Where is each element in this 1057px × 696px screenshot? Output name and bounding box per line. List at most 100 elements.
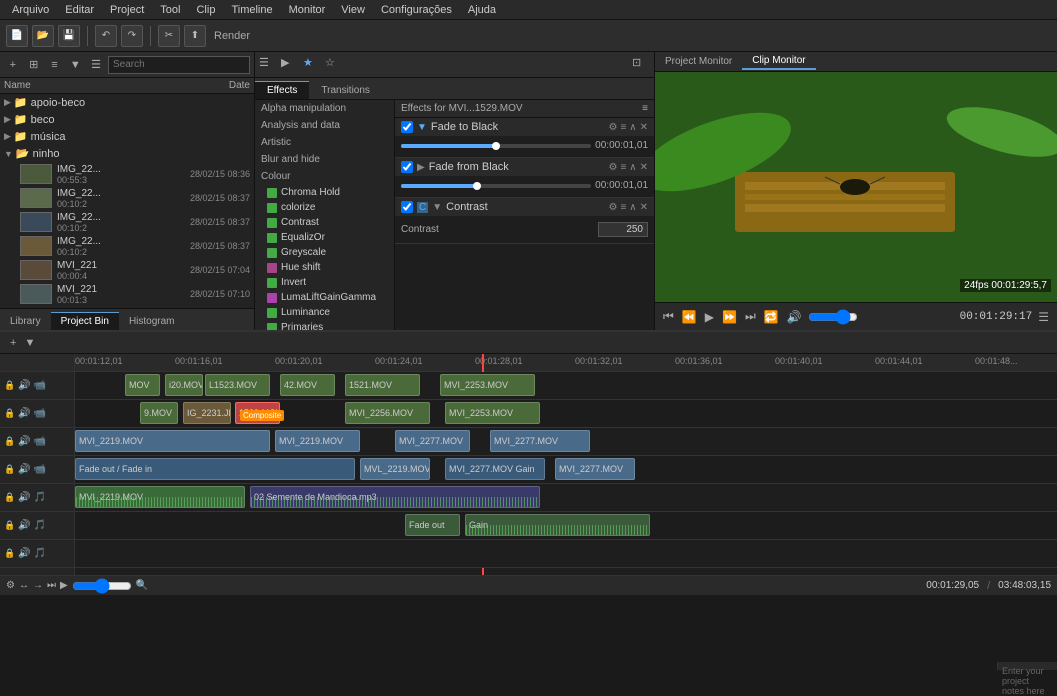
lock-icon[interactable]: 🔒 [4, 464, 15, 475]
fx-slider-handle[interactable] [473, 182, 481, 190]
menu-tool[interactable]: Tool [152, 2, 188, 18]
fx-expand-arrow[interactable]: ▼ [432, 202, 442, 213]
fx-param-value[interactable]: 250 [598, 222, 648, 237]
mute-icon[interactable]: 🔊 [18, 492, 30, 503]
fx-settings-icon[interactable]: ⚙ [608, 122, 617, 133]
clip-block[interactable]: MOV [125, 374, 160, 396]
fx-contrast-header[interactable]: C ▼ Contrast ⚙ ≡ ∧ ✕ [395, 198, 654, 216]
tab-project-bin[interactable]: Project Bin [51, 312, 119, 330]
tab-library[interactable]: Library [0, 312, 51, 330]
clip-item[interactable]: MVI_221 00:01:3 28/02/15 07:10 [0, 282, 254, 306]
fx-expand-icon[interactable]: ∧ [629, 162, 636, 173]
undo-button[interactable]: ↶ [95, 25, 117, 47]
clip-item[interactable]: IMG_22... 00:10:2 28/02/15 08:37 [0, 210, 254, 234]
lock-icon[interactable]: 🔒 [4, 492, 15, 503]
tab-histogram[interactable]: Histogram [119, 312, 185, 330]
category-alpha[interactable]: Alpha manipulation [255, 100, 394, 117]
video-icon[interactable]: 📹 [34, 464, 46, 475]
new-button[interactable]: 📄 [6, 25, 28, 47]
clip-item[interactable]: MVI_221 00:00:4 28/02/15 07:04 [0, 258, 254, 282]
menu-arquivo[interactable]: Arquivo [4, 2, 57, 18]
export-button[interactable]: ⬆ [184, 25, 206, 47]
video-icon[interactable]: 📹 [34, 436, 46, 447]
clip-block[interactable]: MVI_2219.MOV [275, 430, 360, 452]
audio-icon[interactable]: 🎵 [34, 548, 46, 559]
fx-expand-arrow[interactable]: ▶ [417, 162, 425, 173]
folder-apoio-beco[interactable]: ▶ 📁 apoio-beco [0, 94, 254, 111]
clip-block[interactable]: L1523.MOV [205, 374, 270, 396]
fx-settings-icon[interactable]: ⚙ [608, 162, 617, 173]
tl-footer-btn-5[interactable]: ▶ [60, 580, 68, 591]
effect-equalizor[interactable]: EqualizOr [255, 230, 394, 245]
effects-star-btn[interactable]: ★ [303, 56, 321, 74]
clip-block[interactable]: i20.MOV [165, 374, 203, 396]
clip-block[interactable]: Fade out [405, 514, 460, 536]
fx-slider[interactable] [401, 144, 591, 148]
fx-fade-from-black-header[interactable]: ▶ Fade from Black ⚙ ≡ ∧ ✕ [395, 158, 654, 176]
open-button[interactable]: 📂 [32, 25, 54, 47]
tl-footer-btn-3[interactable]: → [33, 580, 43, 591]
clip-block[interactable]: MVI_2219.MOV [75, 486, 245, 508]
mute-icon[interactable]: 🔊 [18, 520, 30, 531]
video-icon[interactable]: 📹 [34, 380, 46, 391]
fx-menu-icon[interactable]: ≡ [620, 202, 626, 213]
fx-menu-icon[interactable]: ≡ [620, 162, 626, 173]
fx-close-icon[interactable]: ✕ [640, 122, 648, 133]
lock-icon[interactable]: 🔒 [4, 548, 15, 559]
fx-slider[interactable] [401, 184, 591, 188]
menu-ajuda[interactable]: Ajuda [460, 2, 504, 18]
mute-icon[interactable]: 🔊 [18, 464, 30, 475]
save-button[interactable]: 💾 [58, 25, 80, 47]
fx-enable-checkbox[interactable] [401, 161, 413, 173]
audio-icon[interactable]: 🎵 [34, 492, 46, 503]
tl-footer-btn-1[interactable]: ⚙ [6, 580, 15, 591]
fx-enable-checkbox[interactable] [401, 121, 413, 133]
clip-block[interactable]: IG_2231.JPG [183, 402, 231, 424]
search-input[interactable] [108, 56, 250, 74]
effect-primaries[interactable]: Primaries [255, 320, 394, 330]
category-blur[interactable]: Blur and hide [255, 151, 394, 168]
menu-view[interactable]: View [333, 2, 373, 18]
effect-chroma-hold[interactable]: Chroma Hold [255, 185, 394, 200]
clip-list-button[interactable]: ☰ [87, 56, 105, 74]
menu-timeline[interactable]: Timeline [223, 2, 280, 18]
clip-item[interactable]: IMG_22... 00:10:2 28/02/15 08:37 [0, 234, 254, 258]
add-clip-button[interactable]: + [4, 56, 22, 74]
prev-to-start[interactable]: ⏮ [661, 307, 676, 326]
clip-block[interactable]: MVI_2277.MOV Gain [445, 458, 545, 480]
effect-hue-shift[interactable]: Hue shift [255, 260, 394, 275]
tab-clip-monitor[interactable]: Clip Monitor [742, 53, 815, 70]
redo-button[interactable]: ↷ [121, 25, 143, 47]
fx-enable-checkbox[interactable] [401, 201, 413, 213]
mute-icon[interactable]: 🔊 [18, 380, 30, 391]
clip-block[interactable]: MVI_2277.MOV [395, 430, 470, 452]
fx-menu-icon[interactable]: ≡ [620, 122, 626, 133]
clip-menu-button[interactable]: ≡ [46, 56, 64, 74]
lock-icon[interactable]: 🔒 [4, 436, 15, 447]
fx-expand-icon[interactable]: ∧ [629, 202, 636, 213]
tab-transitions[interactable]: Transitions [309, 82, 382, 99]
clip-block[interactable]: MVI_2219.MOV [75, 430, 270, 452]
clip-block[interactable]: MVI_2253.MOV [445, 402, 540, 424]
tab-project-monitor[interactable]: Project Monitor [655, 54, 742, 69]
menu-project[interactable]: Project [102, 2, 152, 18]
effects-play-btn[interactable]: ▶ [281, 56, 299, 74]
mute-icon[interactable]: 🔊 [18, 408, 30, 419]
effects-star2-btn[interactable]: ☆ [325, 56, 343, 74]
effect-luminance[interactable]: Luminance [255, 305, 394, 320]
prev-volume[interactable]: 🔊 [785, 308, 804, 326]
menu-monitor[interactable]: Monitor [281, 2, 334, 18]
prev-play[interactable]: ▶ [703, 308, 716, 326]
prev-loop[interactable]: 🔁 [762, 308, 781, 326]
effect-contrast[interactable]: Contrast [255, 215, 394, 230]
effect-luma[interactable]: LumaLiftGainGamma [255, 290, 394, 305]
split-button[interactable]: ✂ [158, 25, 180, 47]
mute-icon[interactable]: 🔊 [18, 548, 30, 559]
fx-expand-arrow[interactable]: ▼ [417, 122, 427, 133]
tl-footer-btn-4[interactable]: ⏭ [47, 580, 56, 591]
clip-block[interactable]: MVI_2253.MOV [440, 374, 535, 396]
mute-icon[interactable]: 🔊 [18, 436, 30, 447]
fx-close-icon[interactable]: ✕ [640, 162, 648, 173]
effect-invert[interactable]: Invert [255, 275, 394, 290]
tl-toggle[interactable]: ▼ [20, 335, 39, 351]
